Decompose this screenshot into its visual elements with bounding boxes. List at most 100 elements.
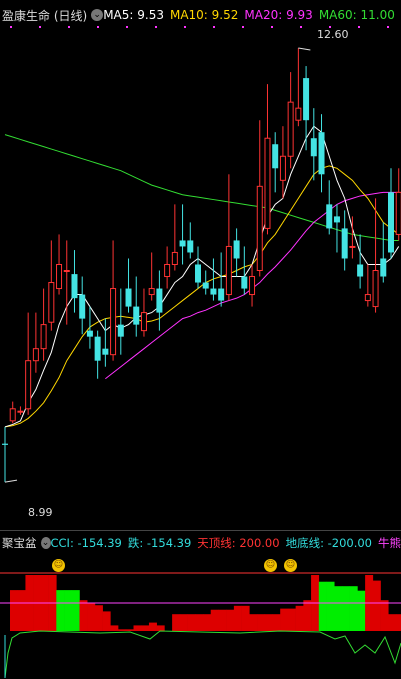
grid-dot xyxy=(39,26,41,28)
candle-body-up xyxy=(372,270,379,308)
cci-bar xyxy=(272,614,281,631)
grid-dot xyxy=(242,26,244,28)
candle-body-down xyxy=(303,78,310,121)
candle-body-up xyxy=(287,101,294,157)
cci-bar xyxy=(94,605,103,631)
grid-dot xyxy=(184,26,186,28)
cci-bar xyxy=(388,614,397,631)
cci-bar xyxy=(334,586,343,631)
cci-bar xyxy=(10,590,18,631)
candle-body-down xyxy=(357,264,364,277)
ma5-line xyxy=(4,125,400,428)
candle-body-down xyxy=(125,288,132,307)
cci-bar xyxy=(156,625,165,631)
sub-settings-icon[interactable]: ⌄ xyxy=(40,537,51,549)
cci-bar xyxy=(341,586,350,631)
cci-bar xyxy=(56,590,65,631)
grid-dot xyxy=(358,26,360,28)
candle-body-down xyxy=(272,144,279,169)
stock-name[interactable]: 盈康生命 (日线) xyxy=(2,7,87,24)
bull-bear-label: 牛熊 xyxy=(378,536,401,550)
candle-body-down xyxy=(195,264,201,283)
candle-body-up xyxy=(110,288,117,356)
cci-bar xyxy=(280,608,289,631)
grid-dot xyxy=(155,26,157,28)
cci-bar xyxy=(87,603,96,631)
cci-bar xyxy=(226,609,235,631)
cci-bar xyxy=(118,629,127,631)
cci-bar xyxy=(396,614,401,631)
low-price-label: 8.99 xyxy=(28,506,53,519)
ma10-label: MA10: 9.52 xyxy=(169,8,239,22)
candle-body-down xyxy=(79,294,86,319)
cci-bar xyxy=(179,614,188,631)
candle-body-down xyxy=(2,443,8,445)
cci-bar xyxy=(133,625,142,631)
cci-bar xyxy=(372,580,381,631)
candle-body-down xyxy=(133,306,140,325)
candle-body-down xyxy=(380,258,387,277)
cci-bar xyxy=(249,614,258,631)
cci-bar xyxy=(17,590,26,631)
candle-body-down xyxy=(187,240,194,253)
candle-body-down xyxy=(71,274,78,299)
candle-body-up xyxy=(295,107,302,121)
candle-body-up xyxy=(279,155,286,181)
candle-body-up xyxy=(249,276,256,296)
cci-bar xyxy=(79,600,88,631)
candle-body-up xyxy=(32,348,39,362)
grid-dot xyxy=(68,26,70,28)
ma10-line xyxy=(4,165,400,428)
candle-body-down xyxy=(341,228,348,259)
cci-bar xyxy=(71,590,80,631)
candlestick-chart[interactable] xyxy=(0,25,401,530)
candle-body-down xyxy=(156,288,163,313)
cci-bar xyxy=(295,605,304,631)
cci-bar xyxy=(357,590,366,631)
ma60-label: MA60: 11.00 xyxy=(318,8,395,22)
candle-body-up xyxy=(256,185,263,272)
indicator-settings-icon[interactable]: ⌄ xyxy=(91,9,104,21)
panel-divider xyxy=(0,530,401,531)
candle-body-up xyxy=(349,245,356,248)
candle-body-down xyxy=(310,138,317,157)
candle-body-down xyxy=(333,216,340,223)
top-line-value: 天顶线: 200.00 xyxy=(197,536,280,550)
high-price-label: 12.60 xyxy=(317,28,349,41)
cci-bar xyxy=(318,581,327,631)
candle-body-down xyxy=(86,330,93,337)
candle-body-up xyxy=(164,263,171,278)
candle-body-down xyxy=(102,348,109,355)
smile-icon: ☺ xyxy=(264,559,277,572)
candle-body-down xyxy=(241,276,248,289)
candle-body-up xyxy=(40,324,47,350)
candle-body-up xyxy=(63,270,70,273)
cci-bar xyxy=(187,614,196,631)
ma5-label: MA5: 9.53 xyxy=(103,8,164,22)
candle-body-down xyxy=(202,282,209,289)
grid-dot xyxy=(271,26,273,28)
grid-dot xyxy=(10,26,12,28)
cci-bar xyxy=(380,600,389,631)
candle-body-up xyxy=(171,251,178,265)
cci-bar xyxy=(125,629,134,631)
low-marker-line xyxy=(4,479,18,483)
candle-body-up xyxy=(17,410,24,413)
candle-body-down xyxy=(318,132,325,175)
candle-body-down xyxy=(94,336,101,361)
candle-body-up xyxy=(56,263,63,290)
cci-bar xyxy=(195,614,204,631)
stock-chart-app: 盈康生命 (日线) ⌄ MA5: 9.53 MA10: 9.52 MA20: 9… xyxy=(0,0,401,679)
cci-header: 聚宝盆 ⌄ CCI: -154.39 跌: -154.39 天顶线: 200.0… xyxy=(0,534,401,552)
cci-bar xyxy=(257,614,266,631)
indicator-name[interactable]: 聚宝盆 xyxy=(2,535,37,551)
cci-bar xyxy=(303,600,312,631)
grid-dot xyxy=(97,26,99,28)
candle-body-down xyxy=(179,240,186,247)
cci-bar xyxy=(349,586,358,631)
candle-body-up xyxy=(395,191,401,235)
cci-bar xyxy=(233,605,242,631)
candle-body-down xyxy=(210,288,217,295)
grid-dot xyxy=(387,26,389,28)
cci-trail-line xyxy=(4,630,401,678)
